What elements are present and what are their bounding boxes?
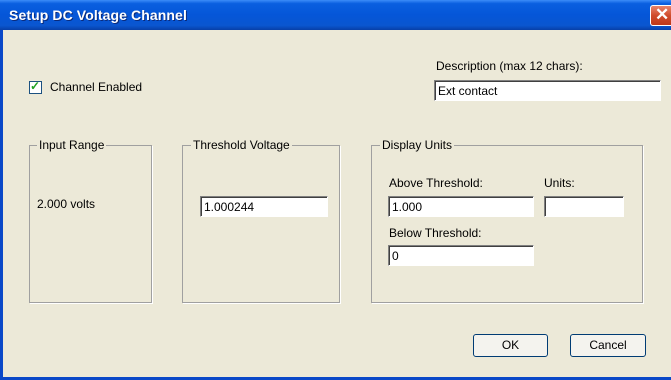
units-field[interactable]	[544, 196, 624, 217]
threshold-voltage-legend: Threshold Voltage	[191, 138, 292, 152]
window-title: Setup DC Voltage Channel	[9, 7, 187, 23]
close-icon: ✕	[655, 5, 670, 24]
threshold-voltage-group: Threshold Voltage 1.000244	[182, 138, 340, 303]
channel-enabled-checkbox[interactable]: ✓	[29, 79, 42, 94]
ok-button[interactable]: OK	[473, 334, 548, 357]
description-label: Description (max 12 chars):	[436, 59, 583, 73]
display-units-legend: Display Units	[380, 138, 455, 152]
units-label: Units:	[544, 176, 575, 190]
threshold-voltage-field[interactable]: 1.000244	[200, 196, 328, 217]
close-button[interactable]: ✕	[650, 5, 671, 26]
input-range-group: Input Range 2.000 volts	[29, 138, 152, 303]
below-threshold-field[interactable]: 0	[388, 245, 534, 266]
channel-enabled-label[interactable]: Channel Enabled	[50, 80, 142, 94]
above-threshold-label: Above Threshold:	[389, 176, 483, 190]
cancel-button[interactable]: Cancel	[570, 334, 646, 357]
input-range-legend: Input Range	[37, 138, 107, 152]
below-threshold-label: Below Threshold:	[389, 226, 482, 240]
checkmark-icon: ✓	[30, 79, 41, 93]
display-units-group: Display Units Above Threshold: 1.000 Uni…	[371, 138, 643, 303]
input-range-value: 2.000 volts	[37, 197, 96, 211]
description-field[interactable]: Ext contact	[434, 80, 661, 101]
title-bar[interactable]: Setup DC Voltage Channel ✕	[0, 0, 671, 30]
above-threshold-field[interactable]: 1.000	[388, 196, 534, 217]
window-frame-left	[0, 30, 3, 380]
